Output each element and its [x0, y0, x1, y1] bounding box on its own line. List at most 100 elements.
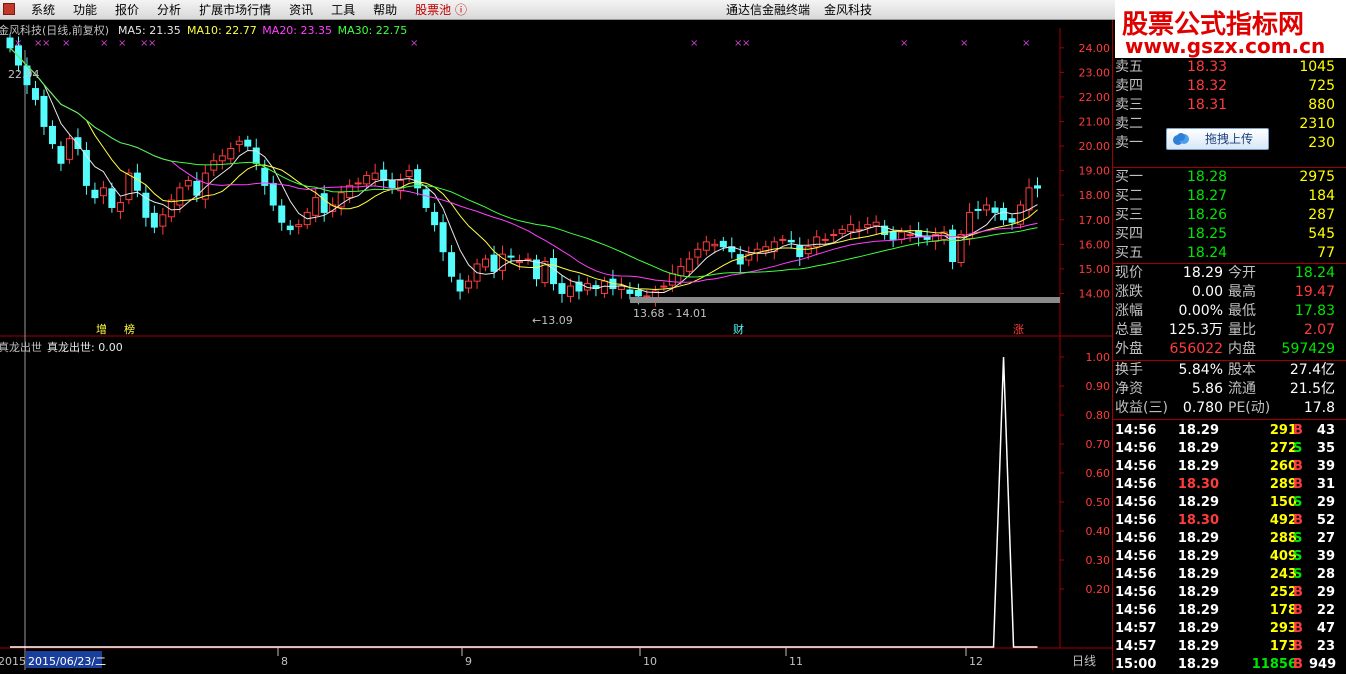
month-label: 9	[465, 655, 472, 668]
ask-label: 卖五	[1115, 59, 1143, 75]
price-axis-label: 21.00	[1079, 116, 1111, 129]
tick-time: 15:00	[1115, 657, 1157, 672]
stat-row: 涨幅 0.00% 最低 17.83	[1113, 302, 1346, 321]
candle-body	[626, 289, 634, 294]
indicator-line	[10, 356, 1038, 648]
bid-volume: 287	[1308, 207, 1335, 223]
trade-tick-row: 14:56 18.29 260 B 39	[1113, 458, 1346, 476]
tick-price: 18.29	[1177, 603, 1219, 618]
stat-value: 17.83	[1294, 303, 1335, 319]
candle-body	[490, 254, 498, 272]
tick-price: 18.29	[1177, 621, 1219, 636]
watermark-url: www.gszx.com.cn	[1125, 34, 1326, 58]
site-watermark: 股票公式指标网 www.gszx.com.cn	[1115, 0, 1346, 58]
bid-price: 18.28	[1187, 169, 1228, 185]
ask-price: 18.32	[1187, 78, 1228, 94]
bid-label: 买四	[1115, 226, 1143, 242]
tick-side: S	[1293, 495, 1303, 510]
stat-value: 0.780	[1182, 400, 1223, 416]
menu-item-3[interactable]: 分析	[148, 0, 190, 20]
chart-title: 金风科技(日线,前复权)	[0, 23, 109, 37]
drag-upload-button[interactable]: 拖拽上传	[1166, 128, 1269, 150]
candle-body	[431, 211, 439, 226]
tick-time: 14:56	[1115, 567, 1157, 582]
ask-volume: 2310	[1299, 116, 1335, 132]
menu-item-stock-pool[interactable]: 股票池 ⓘ	[406, 0, 476, 20]
kline-chart-canvas[interactable]: 24.00 23.00 22.00 21.00 20.00 19.00 18.00 17.00…	[0, 20, 1115, 670]
low-price-annotation: ←13.09	[532, 314, 573, 327]
kline-chart[interactable]: 24.00 23.00 22.00 21.00 20.00 19.00 18.00 17.00…	[0, 20, 1115, 670]
indicator-axis-label: 0.90	[1086, 380, 1111, 393]
candle-body	[668, 273, 676, 286]
menu-item-1[interactable]: 功能	[64, 0, 106, 20]
ask-price: 18.31	[1187, 97, 1228, 113]
tick-time: 14:57	[1115, 639, 1157, 654]
ask-label: 卖四	[1115, 78, 1143, 94]
trade-tick-row: 14:57 18.29 173 B 23	[1113, 638, 1346, 656]
candle-body	[91, 189, 99, 199]
app-logo-icon[interactable]	[3, 3, 15, 15]
bid-label: 买一	[1115, 169, 1143, 185]
tick-side: B	[1293, 459, 1303, 474]
quote-panel: 卖五 18.33 1045 卖四 18.32 725 卖三 18.31 880 卖二 2310 卖一 1…	[1112, 20, 1346, 672]
price-axis-label: 20.00	[1079, 140, 1111, 153]
menu-item-0[interactable]: 系统	[22, 0, 64, 20]
indicator-axis-label: 0.60	[1086, 467, 1111, 480]
tick-price: 18.29	[1177, 495, 1219, 510]
bid-volume: 545	[1308, 226, 1335, 242]
candle-body	[821, 238, 829, 241]
stat-value: 18.29	[1182, 265, 1223, 281]
tick-side: S	[1293, 567, 1303, 582]
candle-body	[830, 233, 838, 236]
candle-body	[566, 285, 574, 297]
candle-body	[465, 280, 473, 289]
tick-count: 35	[1316, 441, 1335, 456]
candle-body	[898, 231, 906, 240]
signal-mark: ×	[960, 38, 968, 49]
tick-time: 14:56	[1115, 603, 1157, 618]
candle-body	[422, 189, 430, 208]
ma-label-3: MA30: 22.75	[338, 24, 408, 37]
menu-item-2[interactable]: 报价	[106, 0, 148, 20]
tick-side: S	[1293, 531, 1303, 546]
menu-item-4[interactable]: 扩展市场行情	[190, 0, 280, 20]
stat-label: PE(动)	[1228, 400, 1271, 416]
stat-label: 现价	[1115, 265, 1143, 281]
indicator-axis-label: 0.30	[1086, 554, 1111, 567]
candle-body	[643, 295, 651, 298]
tick-side: S	[1293, 549, 1303, 564]
candle-body	[813, 236, 821, 248]
ma10-line	[9, 47, 1038, 291]
stat-label: 净资	[1115, 381, 1143, 397]
trade-tick-row: 14:57 18.29 293 B 47	[1113, 620, 1346, 638]
tick-volume: 291	[1269, 423, 1297, 438]
menu-item-5[interactable]: 资讯	[280, 0, 322, 20]
stat-label: 内盘	[1228, 341, 1256, 357]
candle-body	[694, 248, 702, 258]
candle-body	[116, 202, 124, 212]
stat-value: 597429	[1281, 341, 1335, 357]
tick-volume: 11856	[1251, 657, 1297, 672]
bid-volume: 184	[1308, 188, 1335, 204]
candle-body	[218, 155, 226, 162]
price-axis-label: 17.00	[1079, 214, 1111, 227]
tick-count: 949	[1309, 657, 1337, 672]
tick-side: B	[1293, 423, 1303, 438]
ask-label: 卖三	[1115, 97, 1143, 113]
candle-body	[397, 179, 405, 192]
tick-side: B	[1293, 639, 1303, 654]
candle-body	[388, 179, 396, 189]
menu-item-6[interactable]: 工具	[322, 0, 364, 20]
stat-value: 21.5亿	[1289, 381, 1335, 397]
stat-row: 收益(三) 0.780 PE(动) 17.8	[1113, 399, 1346, 418]
stat-value: 656022	[1169, 341, 1223, 357]
candle-body	[600, 280, 608, 294]
stat-value: 5.86	[1191, 381, 1223, 397]
menu-item-7[interactable]: 帮助	[364, 0, 406, 20]
stat-label: 流通	[1228, 381, 1256, 397]
candle-body	[660, 285, 668, 288]
candle-body	[872, 221, 880, 227]
bid-price: 18.27	[1187, 188, 1228, 204]
indicator-axis-label: 0.20	[1086, 583, 1111, 596]
marker-zeng: 增	[96, 322, 107, 336]
